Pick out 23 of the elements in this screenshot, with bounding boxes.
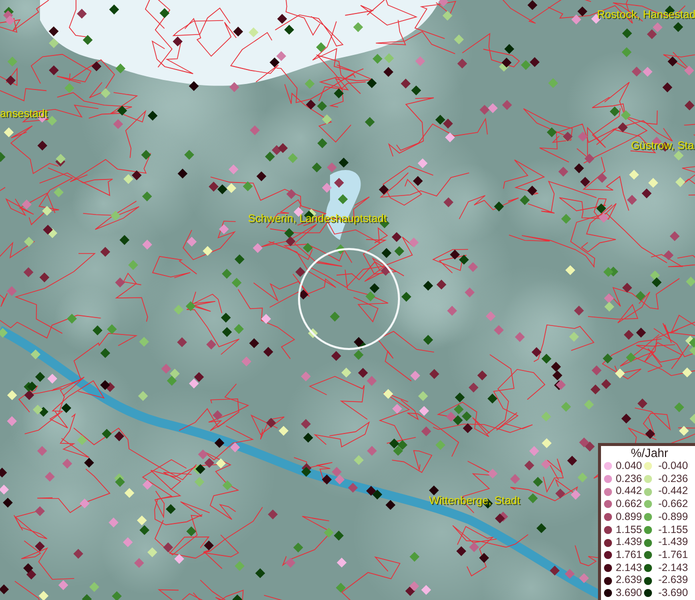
legend-value: -0.236 (657, 472, 688, 486)
legend-value: -3.690 (657, 587, 688, 600)
legend-title: %/Jahr (630, 446, 670, 460)
legend-value: 3.690 (614, 587, 642, 600)
legend-value: 0.040 (614, 460, 642, 473)
legend-value: -1.155 (657, 524, 688, 536)
legend-value: -1.439 (657, 536, 688, 549)
legend-value: -2.639 (657, 574, 688, 588)
legend-value: -0.442 (657, 485, 688, 498)
legend-value: 2.639 (614, 574, 642, 588)
legend-value: 0.236 (614, 472, 642, 486)
legend-value: -0.662 (657, 498, 688, 511)
legend-value: 0.899 (614, 510, 642, 524)
legend-value: -0.040 (657, 460, 688, 473)
legend-value: 0.662 (614, 498, 642, 511)
legend-value: 0.442 (614, 485, 642, 498)
legend-value: -2.143 (657, 562, 688, 574)
legend-value: 1.761 (614, 548, 642, 562)
legend-value: -0.899 (657, 510, 688, 524)
legend-value: 1.155 (614, 524, 642, 536)
legend-value: 1.439 (614, 536, 642, 549)
legend-value: 2.143 (614, 562, 642, 574)
legend-value: -1.761 (657, 548, 688, 562)
